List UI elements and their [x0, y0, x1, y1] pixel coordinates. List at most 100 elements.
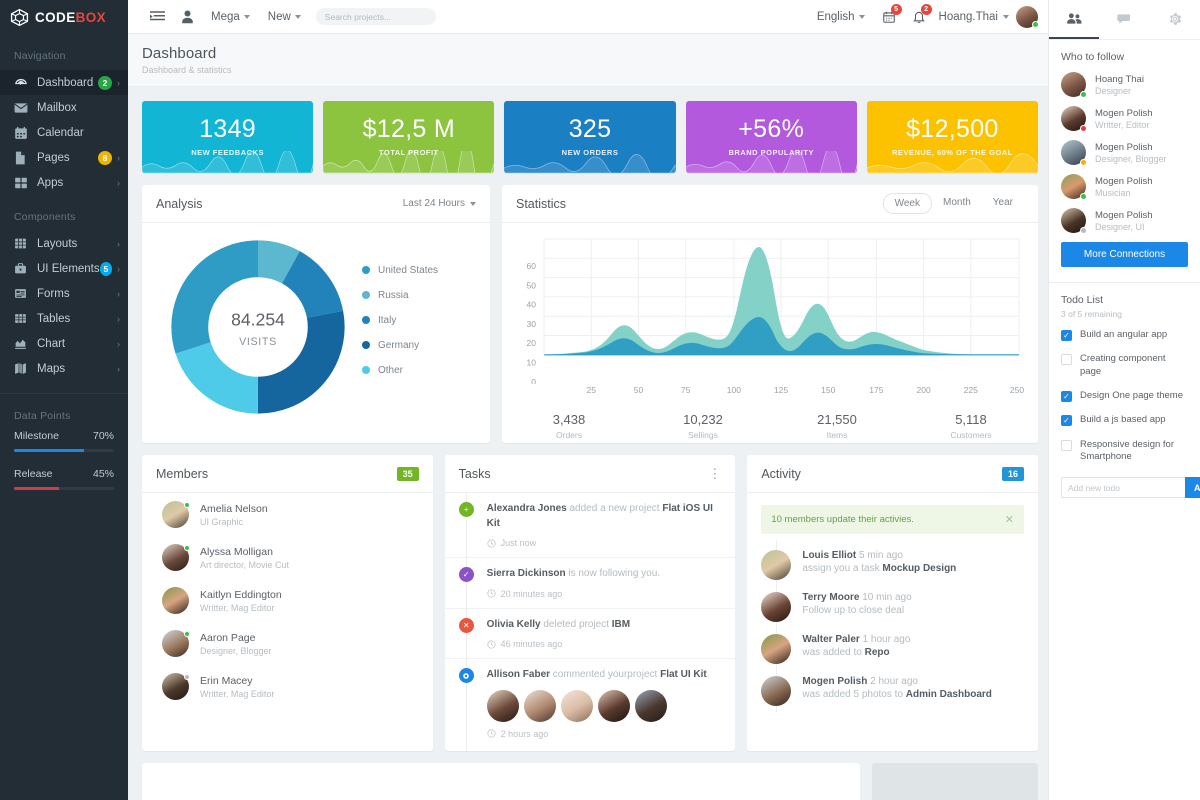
task-time: 20 minutes ago	[487, 589, 660, 599]
sidebar-item-calendar[interactable]: Calendar	[0, 120, 128, 145]
todo-checkbox[interactable]	[1061, 440, 1072, 451]
calendar-notifications-button[interactable]: 5	[874, 0, 904, 34]
legend-item-other[interactable]: Other	[362, 365, 438, 376]
user-menu[interactable]: Hoang.Thai	[934, 11, 1016, 23]
stat-card-revenue[interactable]: $12,500 REVENUE, 60% OF THE GOAL	[867, 101, 1038, 173]
alerts-button[interactable]: 2	[904, 0, 934, 34]
tab-chat[interactable]	[1099, 0, 1149, 39]
avatar[interactable]	[487, 690, 519, 722]
tab-people[interactable]	[1049, 0, 1099, 39]
list-item[interactable]: Mogen Polish 2 hour ago was added 5 phot…	[747, 670, 1038, 712]
task-actor: Olivia Kelly	[487, 619, 541, 630]
list-item[interactable]: ✕ Olivia Kelly deleted project IBM 46 mi…	[445, 609, 736, 660]
datapoint-label: Release	[14, 468, 53, 480]
nav-link-new[interactable]: New	[259, 11, 310, 23]
tab-week[interactable]: Week	[883, 193, 932, 214]
sidebar-item-chart[interactable]: Chart ›	[0, 331, 128, 356]
list-item[interactable]: Amelia NelsonUI Graphic	[142, 493, 433, 536]
sidebar-item-forms[interactable]: Forms ›	[0, 281, 128, 306]
list-item[interactable]: Mogen PolishDesigner, UI	[1061, 208, 1188, 233]
sidebar-item-maps[interactable]: Maps ›	[0, 356, 128, 381]
analysis-range-dropdown[interactable]: Last 24 Hours	[403, 198, 476, 209]
avatar[interactable]	[524, 690, 556, 722]
status-dot	[184, 674, 190, 680]
svg-text:225: 225	[964, 385, 978, 395]
search-input[interactable]	[325, 12, 436, 22]
list-item[interactable]: Mogen PolishWritter, Editor	[1061, 106, 1188, 131]
todo-checkbox[interactable]	[1061, 415, 1072, 426]
todo-checkbox[interactable]	[1061, 330, 1072, 341]
activity-head: Mogen Polish 2 hour ago	[802, 676, 992, 687]
avatar[interactable]	[635, 690, 667, 722]
sidebar-item-ui-elements[interactable]: UI Elements 5 ›	[0, 256, 128, 281]
task-actor: Sierra Dickinson	[487, 568, 566, 579]
stat-card-total-profit[interactable]: $12,5 M TOTAL PROFIT	[323, 101, 494, 173]
list-item[interactable]: Build a js based app	[1061, 414, 1188, 426]
list-item[interactable]: Alyssa MolliganArt director, Movie Cut	[142, 536, 433, 579]
list-item[interactable]: Design One page theme	[1061, 390, 1188, 402]
language-selector[interactable]: English	[808, 11, 874, 23]
todo-checkbox[interactable]	[1061, 391, 1072, 402]
list-item[interactable]: Build an angular app	[1061, 329, 1188, 341]
search-box[interactable]	[316, 8, 436, 25]
legend-item-russia[interactable]: Russia	[362, 290, 438, 301]
avatar[interactable]	[598, 690, 630, 722]
list-item[interactable]: Hoang ThaiDesigner	[1061, 72, 1188, 97]
stat-card-new-feedbacks[interactable]: 1349 NEW FEEDBACKS	[142, 101, 313, 173]
list-item[interactable]: Creating component page	[1061, 353, 1188, 378]
list-item[interactable]: Kaitlyn Eddington Writter, Mag Editor	[142, 579, 433, 622]
close-icon[interactable]: ✕	[1005, 513, 1014, 526]
table-icon	[14, 312, 28, 326]
nav-link-mega[interactable]: Mega	[202, 11, 259, 23]
page-content: 1349 NEW FEEDBACKS $12,5 M TOTAL PROFIT …	[128, 87, 1048, 800]
todo-add-button[interactable]: Add	[1185, 477, 1200, 498]
legend-item-united-states[interactable]: United States	[362, 265, 438, 276]
sidebar-item-layouts[interactable]: Layouts ›	[0, 231, 128, 256]
list-item[interactable]: Responsive design for Smartphone	[1061, 439, 1188, 464]
sidebar-item-mailbox[interactable]: Mailbox	[0, 95, 128, 120]
avatar	[1061, 208, 1086, 233]
follow-role: Designer, UI	[1095, 222, 1153, 232]
close-icon: ✕	[459, 618, 474, 633]
stat-value: $12,500	[906, 117, 998, 142]
list-item[interactable]: Allison Faber commented yourproject Flat…	[445, 659, 736, 748]
list-item[interactable]: Mogen PolishDesigner, Blogger	[1061, 140, 1188, 165]
menu-list-icon[interactable]	[142, 0, 172, 34]
sidebar-item-tables[interactable]: Tables ›	[0, 306, 128, 331]
vertical-dots-icon[interactable]: ⋮	[708, 470, 721, 478]
list-item[interactable]: + Alexandra Jones added a new project Fl…	[445, 493, 736, 558]
tab-month[interactable]: Month	[932, 193, 982, 214]
brand-logo-area[interactable]: CODEBOX	[0, 0, 128, 34]
list-item[interactable]: ✓ Sierra Dickinson is now following you.…	[445, 558, 736, 609]
activity-list: 10 members update their activies. ✕ Loui…	[747, 493, 1038, 751]
todo-add-row: Add	[1061, 477, 1188, 498]
legend-item-italy[interactable]: Italy	[362, 315, 438, 326]
todo-checkbox[interactable]	[1061, 354, 1072, 365]
tab-year[interactable]: Year	[982, 193, 1024, 214]
list-item[interactable]: Erin MaceyWritter, Mag Editor	[142, 665, 433, 708]
chevron-right-icon: ›	[117, 289, 120, 299]
todo-input[interactable]	[1061, 477, 1185, 498]
stat-card-brand-popularity[interactable]: +56% BRAND POPULARITY	[686, 101, 857, 173]
avatar[interactable]	[561, 690, 593, 722]
stat-card-new-orders[interactable]: 325 NEW ORDERS	[504, 101, 675, 173]
more-connections-button[interactable]: More Connections	[1061, 242, 1188, 267]
briefcase-icon	[14, 262, 28, 276]
legend-item-germany[interactable]: Germany	[362, 340, 438, 351]
list-item[interactable]: Aaron PageDesigner, Blogger	[142, 622, 433, 665]
list-item[interactable]: Terry Moore 10 min ago Follow up to clos…	[747, 586, 1038, 628]
member-name: Kaitlyn Eddington	[200, 589, 282, 601]
member-role: Writter, Mag Editor	[200, 603, 282, 613]
sidebar-item-pages[interactable]: Pages 8 ›	[0, 145, 128, 170]
list-item[interactable]: Louis Elliot 5 min ago assign you a task…	[747, 544, 1038, 586]
tab-settings[interactable]	[1150, 0, 1200, 39]
sidebar-item-dashboard[interactable]: Dashboard 2 ›	[0, 70, 128, 95]
list-item[interactable]: Walter Paler 1 hour ago was added to Rep…	[747, 628, 1038, 670]
language-label: English	[817, 11, 855, 23]
list-item[interactable]: Mogen PolishMusician	[1061, 174, 1188, 199]
person-icon[interactable]	[172, 0, 202, 34]
legend-label: Russia	[378, 290, 409, 301]
sidebar-item-apps[interactable]: Apps ›	[0, 170, 128, 195]
chevron-down-icon	[1003, 15, 1009, 19]
avatar[interactable]	[1016, 6, 1038, 28]
